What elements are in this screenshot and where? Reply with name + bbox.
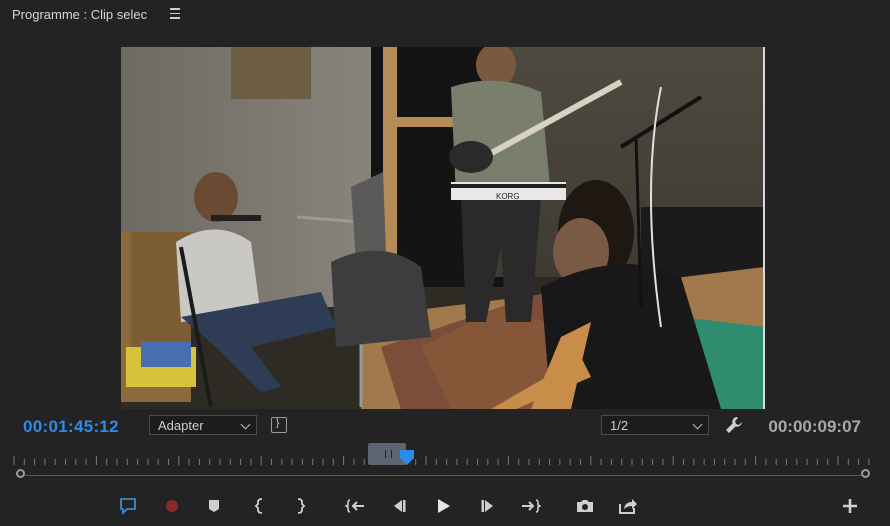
- zoom-handle-right[interactable]: [861, 469, 870, 478]
- time-ruler[interactable]: [0, 448, 890, 486]
- keyboard-brand-label: KORG: [496, 192, 520, 201]
- wrench-icon[interactable]: [724, 415, 744, 435]
- current-timecode[interactable]: 00:01:45:12: [23, 417, 119, 437]
- video-frame: KORG: [121, 47, 764, 409]
- resolution-select-value: 1/2: [610, 418, 629, 433]
- step-back-icon[interactable]: [389, 496, 411, 516]
- marker-icon[interactable]: [204, 496, 226, 516]
- viewer-edge: [763, 47, 765, 409]
- playhead-icon[interactable]: [400, 450, 414, 466]
- duration-timecode: 00:00:09:07: [768, 417, 861, 436]
- insert-export-icon[interactable]: [617, 496, 639, 516]
- chevron-down-icon: [240, 419, 251, 430]
- mark-in-icon[interactable]: [250, 496, 272, 516]
- safe-margins-icon[interactable]: }: [271, 417, 287, 433]
- resolution-select[interactable]: 1/2: [601, 415, 709, 435]
- chevron-down-icon: [692, 419, 703, 430]
- add-button-icon[interactable]: [840, 496, 862, 516]
- zoom-scroll-track[interactable]: [20, 475, 866, 476]
- go-to-in-icon[interactable]: [345, 496, 367, 516]
- transport-controls: [0, 490, 890, 522]
- zoom-handle-left[interactable]: [16, 469, 25, 478]
- go-to-out-icon[interactable]: [519, 496, 541, 516]
- zoom-select-value: Adapter: [158, 418, 204, 433]
- record-icon[interactable]: [162, 496, 184, 516]
- mark-out-icon[interactable]: [290, 496, 312, 516]
- export-frame-icon[interactable]: [575, 496, 597, 516]
- zoom-select[interactable]: Adapter: [149, 415, 257, 435]
- add-marker-comment-icon[interactable]: [118, 496, 140, 516]
- play-icon[interactable]: [433, 496, 455, 516]
- panel-menu-icon[interactable]: [170, 8, 182, 20]
- step-forward-icon[interactable]: [478, 496, 500, 516]
- panel-header: Programme : Clip selec: [0, 0, 890, 30]
- panel-title[interactable]: Programme : Clip selec: [12, 7, 147, 22]
- video-viewer[interactable]: KORG: [121, 47, 764, 409]
